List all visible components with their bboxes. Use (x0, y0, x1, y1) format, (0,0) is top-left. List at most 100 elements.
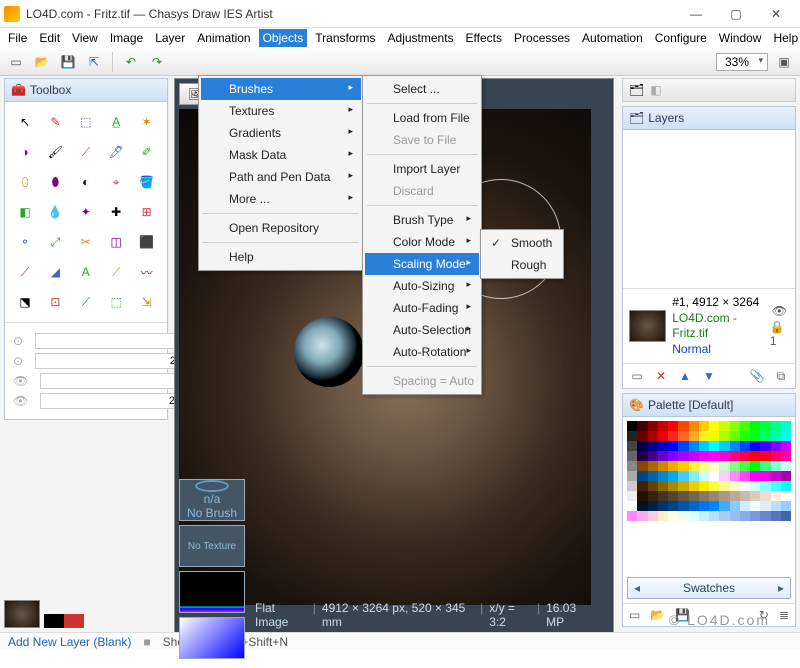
menuitem-brush-type[interactable]: Brush Type (365, 209, 479, 231)
swatch[interactable] (648, 451, 658, 461)
swatch[interactable] (771, 441, 781, 451)
menuitem-select-[interactable]: Select ... (365, 78, 479, 100)
save-icon[interactable]: 💾 (58, 52, 78, 72)
swatch[interactable] (668, 421, 678, 431)
tool-27[interactable]: A (74, 260, 98, 284)
visibility-icon[interactable]: 👁 (772, 304, 787, 318)
menu-window[interactable]: Window (715, 29, 766, 47)
menuitem-more-[interactable]: More ... (201, 188, 361, 210)
tool-3[interactable]: A̲ (104, 110, 128, 134)
swatch[interactable] (637, 431, 647, 441)
swatch[interactable] (678, 511, 688, 521)
new-palette-icon[interactable]: ▭ (629, 608, 640, 622)
swatch[interactable] (648, 431, 658, 441)
swatch[interactable] (678, 421, 688, 431)
open-palette-icon[interactable]: 📂 (650, 608, 665, 622)
swatch[interactable] (699, 421, 709, 431)
eye-icon[interactable]: ⊙ (13, 334, 23, 348)
swatch[interactable] (750, 471, 760, 481)
swatch[interactable] (730, 481, 740, 491)
tool-11[interactable]: ⬮ (43, 170, 67, 194)
tool-21[interactable]: ⤢ (43, 230, 67, 254)
swatch[interactable] (689, 461, 699, 471)
swatch[interactable] (740, 461, 750, 471)
navigator-thumbnail[interactable] (4, 600, 40, 628)
menuitem-brushes[interactable]: Brushes (201, 78, 361, 100)
eye-icon[interactable]: 👁 (13, 374, 28, 388)
swatch[interactable] (750, 511, 760, 521)
swatch[interactable] (781, 471, 791, 481)
tool-28[interactable]: ⟋ (104, 260, 128, 284)
swatch[interactable] (668, 481, 678, 491)
new-layer-icon[interactable]: ▭ (629, 368, 645, 384)
swatch[interactable] (781, 431, 791, 441)
swatch[interactable] (709, 511, 719, 521)
new-icon[interactable]: ▭ (6, 52, 26, 72)
channels-tab-icon[interactable]: ◧ (650, 83, 661, 97)
swatch[interactable] (627, 441, 637, 451)
tool-31[interactable]: ⊡ (43, 290, 67, 314)
swatch[interactable] (668, 501, 678, 511)
swatch[interactable] (760, 491, 770, 501)
menu-image[interactable]: Image (106, 29, 147, 47)
swatch[interactable] (781, 511, 791, 521)
tool-15[interactable]: ◧ (13, 200, 37, 224)
swatch[interactable] (760, 421, 770, 431)
swatch[interactable] (781, 421, 791, 431)
menuitem-import-layer[interactable]: Import Layer (365, 158, 479, 180)
swatch[interactable] (648, 491, 658, 501)
histogram-preview[interactable] (179, 571, 245, 613)
swatch[interactable] (689, 451, 699, 461)
tool-6[interactable]: 🖌 (43, 140, 67, 164)
layer-up-icon[interactable]: ▲ (677, 368, 693, 384)
swatch[interactable] (709, 421, 719, 431)
objects-menu[interactable]: BrushesTexturesGradientsMask DataPath an… (198, 75, 364, 271)
swatch[interactable] (699, 451, 709, 461)
swatch[interactable] (689, 491, 699, 501)
swatch[interactable] (719, 481, 729, 491)
swatch[interactable] (760, 501, 770, 511)
swatch[interactable] (709, 471, 719, 481)
swatch[interactable] (719, 441, 729, 451)
tool-1[interactable]: ✎ (43, 110, 67, 134)
swatch[interactable] (781, 501, 791, 511)
swatch[interactable] (740, 491, 750, 501)
swatch[interactable] (719, 501, 729, 511)
swatch[interactable] (689, 481, 699, 491)
tool-32[interactable]: ⟋ (74, 290, 98, 314)
menuitem-scaling-mode[interactable]: Scaling Mode (365, 253, 479, 275)
swatch[interactable] (627, 461, 637, 471)
swatches-selector[interactable]: Swatches (627, 577, 791, 599)
menuitem-textures[interactable]: Textures (201, 100, 361, 122)
swatch[interactable] (740, 441, 750, 451)
swatch[interactable] (699, 461, 709, 471)
swatch[interactable] (719, 461, 729, 471)
tool-24[interactable]: ⬛ (135, 230, 159, 254)
menu-edit[interactable]: Edit (35, 29, 64, 47)
swatch[interactable] (730, 441, 740, 451)
swatch[interactable] (730, 491, 740, 501)
brush-preview[interactable]: n/aNo Brush (179, 479, 245, 521)
swatch[interactable] (627, 491, 637, 501)
swatch[interactable] (637, 491, 647, 501)
menuitem-gradients[interactable]: Gradients (201, 122, 361, 144)
swatch[interactable] (740, 481, 750, 491)
swatch[interactable] (771, 491, 781, 501)
brushes-submenu[interactable]: Select ...Load from FileSave to FileImpo… (362, 75, 482, 395)
menu-view[interactable]: View (68, 29, 102, 47)
tool-5[interactable]: ◑ (13, 140, 37, 164)
eye-icon[interactable]: 👁 (13, 394, 28, 408)
swatch[interactable] (689, 501, 699, 511)
close-button[interactable]: ✕ (756, 1, 796, 27)
swatch[interactable] (760, 451, 770, 461)
swatch[interactable] (709, 501, 719, 511)
tool-34[interactable]: ⇲ (135, 290, 159, 314)
swatch-grid[interactable] (627, 421, 791, 573)
swatch[interactable] (658, 461, 668, 471)
swatch[interactable] (637, 481, 647, 491)
swatch[interactable] (771, 501, 781, 511)
menuitem-rough[interactable]: Rough (483, 254, 561, 276)
tool-20[interactable]: ⚬ (13, 230, 37, 254)
menu-layer[interactable]: Layer (151, 29, 189, 47)
swatch[interactable] (648, 481, 658, 491)
